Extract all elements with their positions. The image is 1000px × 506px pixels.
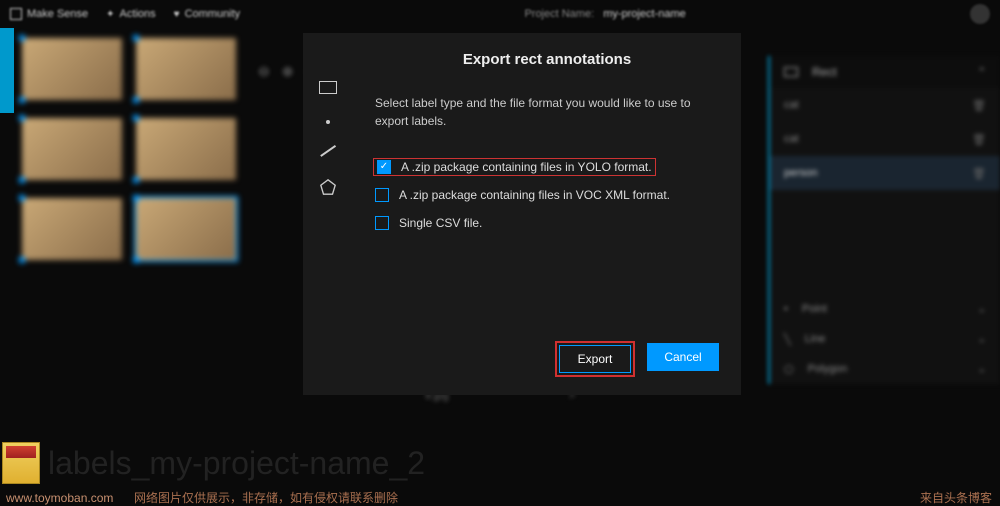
trash-icon[interactable]: 🗑 — [972, 133, 986, 146]
thumbnail[interactable] — [22, 118, 122, 180]
rect-tool-icon[interactable] — [319, 81, 337, 94]
point-tool-icon[interactable] — [326, 120, 330, 124]
zip-file-icon — [2, 442, 40, 484]
checkbox-icon[interactable] — [375, 216, 389, 230]
github-icon[interactable] — [970, 4, 990, 24]
label-item-active[interactable]: person 🗑 — [770, 156, 1000, 190]
watermark: www.toymoban.com — [6, 491, 113, 505]
chevron-down-icon: ⌄ — [978, 364, 986, 375]
zoom-in-icon[interactable]: ⊕ — [282, 63, 294, 80]
export-button[interactable]: Export — [559, 345, 631, 373]
downloaded-file: labels_my-project-name_2 — [2, 442, 425, 484]
line-icon: ╲ — [784, 333, 791, 346]
cancel-button[interactable]: Cancel — [647, 343, 719, 371]
thumbnail[interactable] — [22, 38, 122, 100]
export-option-voc[interactable]: A .zip package containing files in VOC X… — [375, 188, 719, 202]
panel-point[interactable]: • Point ⌄ — [770, 294, 1000, 324]
line-tool-icon[interactable] — [320, 145, 336, 157]
rect-icon — [784, 67, 798, 77]
labels-panel: Rect ⌃ cat 🗑 cat 🗑 person 🗑 • Point ⌄ — [768, 56, 1000, 384]
panel-line[interactable]: ╲ Line ⌄ — [770, 324, 1000, 354]
watermark: 来自头条博客 — [920, 489, 992, 506]
polygon-tool-icon[interactable] — [319, 178, 337, 196]
panel-header-rect[interactable]: Rect ⌃ — [770, 56, 1000, 88]
export-option-csv[interactable]: Single CSV file. — [375, 216, 719, 230]
file-name: labels_my-project-name_2 — [48, 445, 425, 482]
images-tab[interactable] — [0, 28, 14, 113]
label-item[interactable]: cat 🗑 — [770, 122, 1000, 156]
checkbox-checked-icon[interactable] — [377, 160, 391, 174]
panel-polygon[interactable]: ⬠ Polygon ⌄ — [770, 354, 1000, 384]
brand: Make Sense — [10, 8, 88, 20]
chevron-up-icon: ⌃ — [978, 67, 986, 78]
chevron-down-icon: ⌄ — [978, 334, 986, 345]
image-gallery — [0, 28, 250, 408]
polygon-icon: ⬠ — [784, 363, 794, 376]
trash-icon[interactable]: 🗑 — [972, 167, 986, 180]
modal-sidebar — [303, 33, 353, 395]
menu-community[interactable]: ♥ Community — [174, 8, 241, 20]
thumbnail[interactable] — [136, 38, 236, 100]
thumbnail-selected[interactable] — [136, 198, 236, 260]
watermark: 网络图片仅供展示，非存储，如有侵权请联系删除 — [134, 489, 398, 506]
modal-description: Select label type and the file format yo… — [375, 94, 719, 130]
label-item[interactable]: cat 🗑 — [770, 88, 1000, 122]
point-icon: • — [784, 303, 788, 315]
trash-icon[interactable]: 🗑 — [972, 99, 986, 112]
chevron-down-icon: ⌄ — [978, 304, 986, 315]
modal-title: Export rect annotations — [375, 51, 719, 68]
export-modal: Export rect annotations Select label typ… — [303, 33, 741, 395]
thumbnail[interactable] — [136, 118, 236, 180]
export-option-yolo[interactable]: A .zip package containing files in YOLO … — [375, 160, 654, 174]
project-name: Project Name: my-project-name — [240, 8, 970, 20]
checkbox-icon[interactable] — [375, 188, 389, 202]
thumbnail[interactable] — [22, 198, 122, 260]
menu-actions[interactable]: ✦ Actions — [106, 8, 155, 20]
zoom-out-icon[interactable]: ⊖ — [258, 63, 270, 80]
